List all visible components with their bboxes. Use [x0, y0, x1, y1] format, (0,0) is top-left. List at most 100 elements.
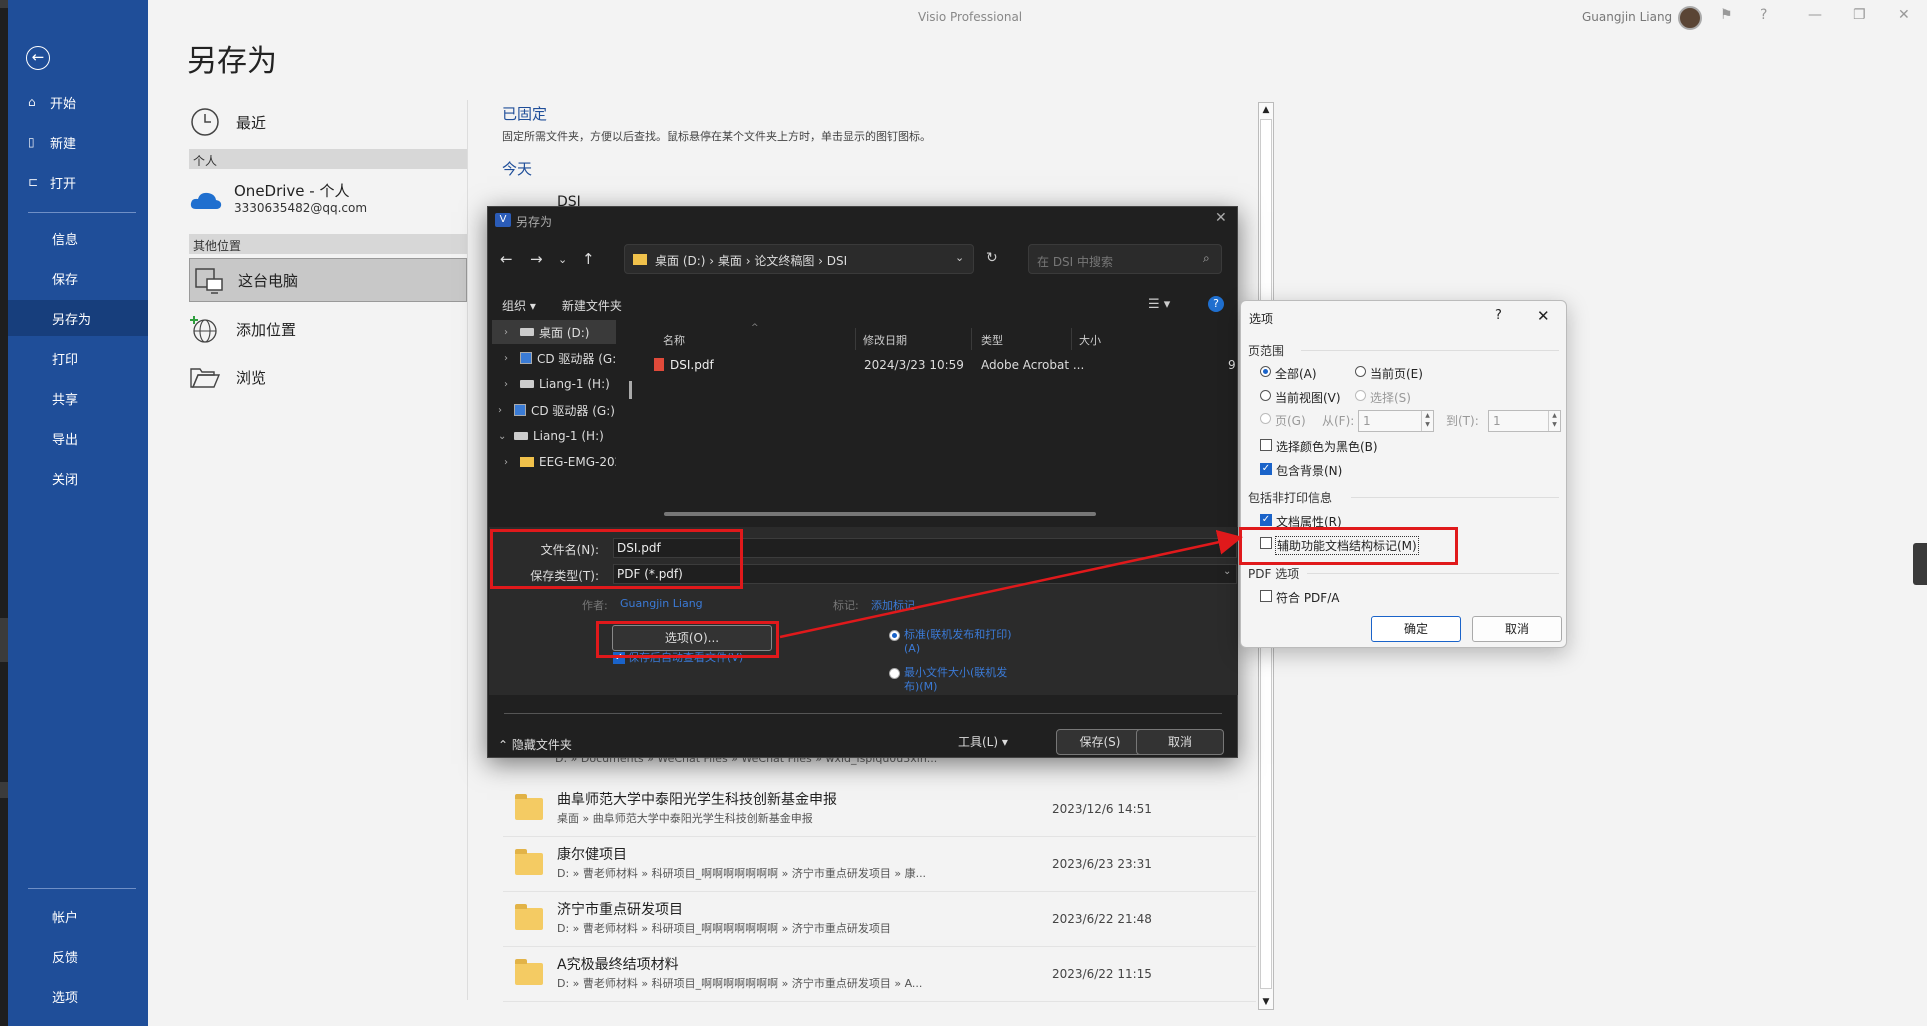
back-button[interactable]: ←	[26, 46, 50, 70]
folder-row[interactable]: 济宁市重点研发项目 D: » 曹老师材料 » 科研项目_啊啊啊啊啊啊啊 » 济宁市…	[503, 893, 1256, 947]
nav-account[interactable]: 帐户	[8, 898, 148, 934]
nav-export[interactable]: 导出	[8, 420, 148, 456]
radio-selection-label[interactable]: 选择(S)	[1370, 389, 1411, 406]
view-options-icon[interactable]: ☰ ▾	[1148, 297, 1170, 312]
chevron-right-icon[interactable]: ›	[504, 353, 520, 364]
background-checkbox[interactable]: ✓	[1260, 463, 1272, 475]
radio-min-size-label[interactable]: 最小文件大小(联机发布)(M)	[904, 666, 1022, 694]
cancel-button[interactable]: 取消	[1136, 729, 1224, 755]
column-header-size[interactable]: 大小	[1079, 332, 1101, 348]
back-arrow-icon[interactable]: ←	[500, 250, 513, 268]
pdfa-label[interactable]: 符合 PDF/A	[1276, 589, 1339, 606]
up-arrow-icon[interactable]: ↑	[582, 250, 595, 268]
nav-feedback[interactable]: 反馈	[8, 938, 148, 974]
radio-min-size[interactable]	[889, 668, 900, 679]
new-folder-button[interactable]: 新建文件夹	[562, 299, 622, 313]
radio-pages-label[interactable]: 页(G)	[1275, 412, 1306, 429]
to-spinner[interactable]: 1 ▲ ▼	[1488, 410, 1561, 432]
filetype-select[interactable]: PDF (*.pdf)	[613, 564, 1237, 584]
black-color-label[interactable]: 选择颜色为黑色(B)	[1276, 438, 1378, 455]
folder-row[interactable]: A究极最终结项材料 D: » 曹老师材料 » 科研项目_啊啊啊啊啊啊啊 » 济宁市…	[503, 948, 1256, 1002]
address-bar[interactable]: 桌面 (D:) › 桌面 › 论文终稿图 › DSI ⌄	[624, 244, 974, 274]
restore-icon[interactable]: ❐	[1853, 7, 1866, 23]
chevron-right-icon[interactable]: ›	[504, 327, 520, 338]
comment-icon[interactable]: ⚑	[1720, 7, 1733, 23]
help-icon[interactable]: ?	[1495, 308, 1502, 323]
help-icon[interactable]: ?	[1208, 296, 1224, 312]
doc-props-checkbox[interactable]: ✓	[1260, 514, 1272, 526]
user-name[interactable]: Guangjin Liang	[1582, 10, 1672, 24]
chevron-down-icon[interactable]: ⌄	[498, 431, 514, 442]
radio-current-view[interactable]	[1260, 390, 1271, 401]
hide-folders-button[interactable]: ⌃ 隐藏文件夹	[498, 736, 572, 753]
radio-standard-label[interactable]: 标准(联机发布和打印)(A)	[904, 628, 1026, 656]
chevron-right-icon[interactable]: ›	[504, 457, 520, 468]
location-recent[interactable]: 最近	[190, 105, 266, 139]
nav-save-as[interactable]: 另存为	[8, 300, 148, 336]
avatar[interactable]	[1678, 6, 1702, 30]
open-after-label[interactable]: 保存后自动查看文件(V)	[628, 651, 743, 665]
chevron-down-icon[interactable]: ⌄	[1223, 566, 1231, 577]
tree-item[interactable]: ⌄ Liang-1 (H:)	[492, 424, 604, 448]
column-divider[interactable]	[855, 328, 856, 350]
nav-options[interactable]: 选项	[8, 978, 148, 1014]
nav-print[interactable]: 打印	[8, 340, 148, 376]
chevron-down-icon[interactable]: ⌄	[955, 251, 964, 264]
background-label[interactable]: 包含背景(N)	[1276, 462, 1342, 479]
tree-item[interactable]: › Liang-1 (H:)	[492, 372, 610, 396]
accessibility-checkbox[interactable]	[1260, 537, 1272, 549]
tree-item[interactable]: › EEG-EMG-202	[492, 450, 616, 474]
help-icon[interactable]: ?	[1760, 7, 1767, 23]
spinner-arrows-icon[interactable]: ▲ ▼	[1548, 411, 1560, 431]
minimize-icon[interactable]: —	[1808, 7, 1822, 23]
chevron-right-icon[interactable]: ›	[498, 405, 514, 416]
nav-info[interactable]: 信息	[8, 220, 148, 256]
nav-home[interactable]: ⌂ 开始	[8, 84, 148, 120]
radio-selection[interactable]	[1355, 390, 1366, 401]
tree-item[interactable]: › CD 驱动器 (G:) \	[492, 398, 616, 422]
pdfa-checkbox[interactable]	[1260, 590, 1272, 602]
from-spinner[interactable]: 1 ▲ ▼	[1358, 410, 1434, 432]
radio-standard[interactable]	[889, 630, 900, 641]
cancel-button[interactable]: 取消	[1472, 616, 1562, 642]
nav-open[interactable]: ⊏ 打开	[8, 164, 148, 200]
refresh-icon[interactable]: ↻	[986, 250, 998, 266]
location-this-pc[interactable]: 这台电脑	[189, 258, 467, 302]
close-icon[interactable]: ✕	[1537, 307, 1550, 325]
close-icon[interactable]: ✕	[1898, 7, 1910, 23]
author-value[interactable]: Guangjin Liang	[620, 597, 703, 610]
options-button[interactable]: 选项(O)...	[612, 625, 772, 651]
nav-share[interactable]: 共享	[8, 380, 148, 416]
column-divider[interactable]	[1071, 328, 1072, 350]
chevron-down-icon[interactable]: ⌄	[558, 253, 567, 266]
search-input[interactable]: 在 DSI 中搜索 ⌕	[1028, 244, 1222, 274]
radio-current-page[interactable]	[1355, 366, 1366, 377]
scroll-down-icon[interactable]: ▼	[1259, 995, 1273, 1009]
tree-scrollbar[interactable]	[629, 327, 632, 477]
nav-close[interactable]: 关闭	[8, 460, 148, 496]
nav-new[interactable]: ▯ 新建	[8, 124, 148, 160]
horizontal-scrollbar[interactable]	[664, 512, 1096, 516]
nav-save[interactable]: 保存	[8, 260, 148, 296]
tools-button[interactable]: 工具(L) ▾	[958, 733, 1008, 750]
tags-value[interactable]: 添加标记	[871, 597, 915, 613]
accessibility-label[interactable]: 辅助功能文档结构标记(M)	[1275, 536, 1419, 555]
column-header-type[interactable]: 类型	[981, 332, 1003, 348]
doc-props-label[interactable]: 文档属性(R)	[1276, 513, 1342, 530]
location-browse[interactable]: 浏览	[190, 360, 266, 394]
radio-pages[interactable]	[1260, 413, 1271, 424]
radio-current-page-label[interactable]: 当前页(E)	[1370, 365, 1423, 382]
chevron-right-icon[interactable]: ›	[504, 379, 520, 390]
radio-all[interactable]	[1260, 366, 1271, 377]
close-icon[interactable]: ✕	[1215, 210, 1227, 226]
side-handle[interactable]	[1913, 543, 1927, 585]
filename-input[interactable]: DSI.pdf	[613, 538, 1237, 558]
file-row[interactable]: DSI.pdf 2024/3/23 10:59 Adobe Acrobat ... 9	[633, 354, 1239, 378]
spinner-arrows-icon[interactable]: ▲ ▼	[1421, 411, 1433, 431]
open-after-checkbox[interactable]: ✓	[613, 652, 625, 664]
column-header-date[interactable]: 修改日期	[863, 332, 907, 348]
column-divider[interactable]	[971, 328, 972, 350]
scroll-up-icon[interactable]: ▲	[1259, 103, 1273, 117]
folder-row[interactable]: 曲阜师范大学中泰阳光学生科技创新基金申报 桌面 » 曲阜师范大学中泰阳光学生科技创…	[503, 783, 1256, 837]
radio-all-label[interactable]: 全部(A)	[1275, 365, 1317, 382]
